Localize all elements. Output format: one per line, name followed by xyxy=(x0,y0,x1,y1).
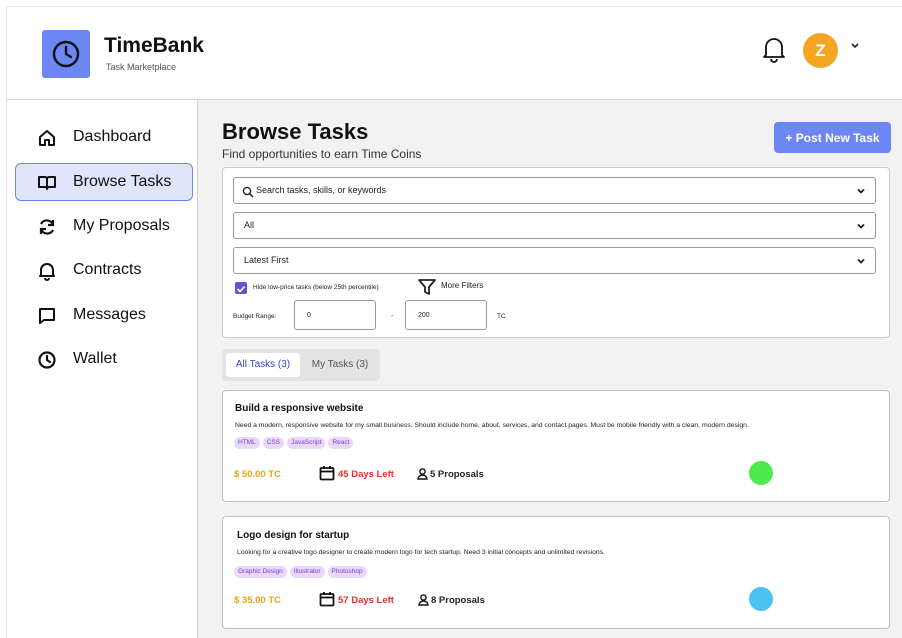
refresh-icon xyxy=(37,217,57,237)
sidebar-item-dashboard[interactable]: Dashboard xyxy=(15,118,193,156)
tab-my-tasks[interactable]: My Tasks (3) xyxy=(304,353,376,377)
task-proposals: 5 Proposals xyxy=(430,469,484,480)
brand-subtitle: Task Marketplace xyxy=(106,62,177,72)
main-content: Browse Tasks Find opportunities to earn … xyxy=(198,100,902,638)
task-deadline: 57 Days Left xyxy=(338,595,394,606)
user-icon xyxy=(418,593,429,611)
user-icon xyxy=(417,467,428,485)
filter-icon xyxy=(417,277,437,302)
category-select[interactable]: All xyxy=(233,212,876,239)
calendar-icon xyxy=(319,591,335,612)
budget-unit: TC xyxy=(497,313,506,320)
app-root: TimeBank Task Marketplace Z Dashboard Br… xyxy=(0,0,902,638)
sort-select[interactable]: Latest First xyxy=(233,247,876,274)
status-dot xyxy=(749,461,773,485)
hide-low-price-checkbox[interactable] xyxy=(235,282,247,294)
sidebar: Dashboard Browse Tasks My Proposals Cont… xyxy=(6,100,198,638)
task-tags: Graphic Design Illustrator Photoshop xyxy=(234,566,370,578)
chevron-down-icon xyxy=(855,184,867,202)
chevron-down-icon xyxy=(855,254,867,272)
filter-panel: Search tasks, skills, or keywords All La… xyxy=(222,167,890,338)
task-price: $ 35.00 TC xyxy=(234,595,281,606)
task-tabs: All Tasks (3) My Tasks (3) xyxy=(222,349,380,381)
skill-tag: JavaScript xyxy=(287,437,326,449)
task-description: Need a modern, responsive website for my… xyxy=(235,422,749,429)
sidebar-item-wallet[interactable]: Wallet xyxy=(15,340,193,378)
chevron-down-icon[interactable] xyxy=(850,42,860,53)
task-title[interactable]: Build a responsive website xyxy=(235,403,363,414)
home-icon xyxy=(37,128,57,148)
skill-tag: HTML xyxy=(234,437,260,449)
calendar-icon xyxy=(319,465,335,486)
logo-clock-icon xyxy=(42,30,90,78)
skill-tag: Photoshop xyxy=(327,566,367,578)
status-dot xyxy=(749,587,773,611)
task-tags: HTML CSS JavaScript React xyxy=(234,437,356,449)
book-icon xyxy=(37,173,57,193)
category-value: All xyxy=(244,220,255,230)
search-icon xyxy=(242,185,254,203)
sidebar-item-label: Messages xyxy=(73,306,146,323)
task-deadline: 45 Days Left xyxy=(338,469,394,480)
bell-icon xyxy=(37,261,57,281)
task-description: Looking for a creative logo designer to … xyxy=(237,549,605,556)
task-price: $ 50.00 TC xyxy=(234,469,281,480)
sort-value: Latest First xyxy=(244,255,289,265)
sidebar-item-messages[interactable]: Messages xyxy=(15,296,193,334)
search-input[interactable]: Search tasks, skills, or keywords xyxy=(233,177,876,204)
sidebar-item-label: Browse Tasks xyxy=(73,173,172,190)
task-card[interactable]: Build a responsive website Need a modern… xyxy=(222,390,890,502)
task-proposals: 8 Proposals xyxy=(431,595,485,606)
sidebar-item-label: My Proposals xyxy=(73,217,170,234)
hide-low-price-label: Hide low-price tasks (below 25th percent… xyxy=(253,284,379,291)
user-avatar[interactable]: Z xyxy=(803,33,838,68)
task-card[interactable]: Logo design for startup Looking for a cr… xyxy=(222,516,890,629)
sidebar-item-browse-tasks[interactable]: Browse Tasks xyxy=(15,163,193,201)
notification-bell-icon[interactable] xyxy=(761,35,787,68)
chevron-down-icon xyxy=(855,219,867,237)
brand-title: TimeBank xyxy=(104,34,204,57)
top-header: TimeBank Task Marketplace Z xyxy=(6,6,902,100)
sidebar-item-my-proposals[interactable]: My Proposals xyxy=(15,207,193,245)
task-title[interactable]: Logo design for startup xyxy=(237,530,349,541)
sidebar-item-label: Contracts xyxy=(73,261,142,278)
post-new-task-button[interactable]: + Post New Task xyxy=(774,122,891,153)
search-placeholder: Search tasks, skills, or keywords xyxy=(256,185,387,195)
skill-tag: Illustrator xyxy=(289,566,325,578)
skill-tag: CSS xyxy=(262,437,285,449)
budget-range-label: Budget Range: xyxy=(233,313,277,320)
sidebar-item-label: Wallet xyxy=(73,350,117,367)
more-filters-label: More Filters xyxy=(441,281,484,290)
clock-icon xyxy=(37,350,57,370)
message-icon xyxy=(37,306,57,326)
skill-tag: React xyxy=(328,437,354,449)
budget-range-separator: - xyxy=(391,313,394,320)
sidebar-item-contracts[interactable]: Contracts xyxy=(15,251,193,289)
page-title: Browse Tasks xyxy=(222,119,369,144)
skill-tag: Graphic Design xyxy=(234,566,287,578)
tab-all-tasks[interactable]: All Tasks (3) xyxy=(226,353,300,377)
page-subtitle: Find opportunities to earn Time Coins xyxy=(222,147,422,161)
budget-max-input[interactable] xyxy=(405,300,487,330)
budget-min-input[interactable] xyxy=(294,300,376,330)
sidebar-item-label: Dashboard xyxy=(73,128,152,145)
